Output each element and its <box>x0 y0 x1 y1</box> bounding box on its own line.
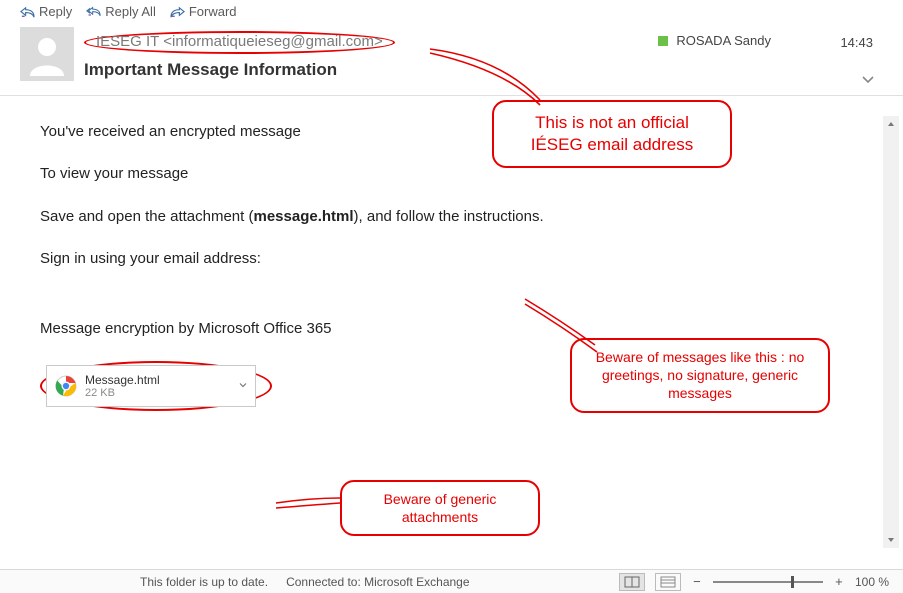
action-toolbar: Reply Reply All Forward <box>0 0 903 21</box>
scroll-up-button[interactable] <box>883 116 899 132</box>
reply-all-label: Reply All <box>105 4 156 19</box>
sender-annot-ellipse: IESEG IT <informatiqueieseg@gmail.com> <box>84 31 395 54</box>
attachment[interactable]: Message.html 22 KB <box>46 365 256 407</box>
vertical-scrollbar[interactable] <box>883 116 899 548</box>
reply-all-icon <box>86 5 101 18</box>
message-body: You've received an encrypted message To … <box>0 96 903 534</box>
attachment-annot-ellipse: Message.html 22 KB <box>40 361 272 411</box>
attachment-menu-button[interactable] <box>239 381 247 392</box>
triangle-down-icon <box>887 537 895 543</box>
body-line-5: Message encryption by Microsoft Office 3… <box>40 319 869 339</box>
body-line-2: To view your message <box>40 164 869 184</box>
zoom-percent: 100 % <box>855 575 889 589</box>
expand-header-button[interactable] <box>861 73 875 88</box>
reply-all-button[interactable]: Reply All <box>86 4 156 19</box>
connection-status: Connected to: Microsoft Exchange <box>286 575 469 589</box>
subject: Important Message Information <box>84 54 658 80</box>
message-header: IESEG IT <informatiqueieseg@gmail.com> I… <box>0 21 903 81</box>
reply-icon <box>20 5 35 18</box>
sender-address: IESEG IT <informatiqueieseg@gmail.com> <box>96 33 383 50</box>
status-bar: This folder is up to date. Connected to:… <box>0 569 903 593</box>
zoom-out-button[interactable]: − <box>691 574 703 589</box>
view-reading-button[interactable] <box>655 573 681 591</box>
received-time: 14:43 <box>840 35 873 50</box>
view-normal-button[interactable] <box>619 573 645 591</box>
zoom-slider-handle[interactable] <box>791 576 794 588</box>
folder-status: This folder is up to date. <box>140 575 268 589</box>
zoom-in-button[interactable]: + <box>833 574 845 589</box>
body-line-3: Save and open the attachment (message.ht… <box>40 207 869 227</box>
recipient-name: ROSADA Sandy <box>676 33 771 48</box>
body-line-1: You've received an encrypted message <box>40 122 869 142</box>
zoom-slider[interactable] <box>713 581 823 583</box>
reading-view-icon <box>660 576 676 588</box>
attachment-name: Message.html <box>85 373 160 387</box>
normal-view-icon <box>624 576 640 588</box>
scroll-down-button[interactable] <box>883 532 899 548</box>
caret-down-icon <box>239 383 247 389</box>
presence-indicator-icon <box>658 36 668 46</box>
forward-button[interactable]: Forward <box>170 4 237 19</box>
triangle-up-icon <box>887 121 895 127</box>
forward-icon <box>170 5 185 18</box>
chrome-icon <box>55 375 77 397</box>
annotation-callout-body: Beware of messages like this : no greeti… <box>570 338 830 413</box>
reply-button[interactable]: Reply <box>20 4 72 19</box>
forward-label: Forward <box>189 4 237 19</box>
person-icon <box>25 32 69 76</box>
chevron-down-icon <box>861 75 875 85</box>
attachment-size: 22 KB <box>85 387 160 399</box>
body-line-4: Sign in using your email address: <box>40 249 869 269</box>
avatar <box>20 27 74 81</box>
annotation-callout-sender: This is not an official IÉSEG email addr… <box>492 100 732 168</box>
reply-label: Reply <box>39 4 72 19</box>
annotation-callout-attachment: Beware of generic attachments <box>340 480 540 536</box>
